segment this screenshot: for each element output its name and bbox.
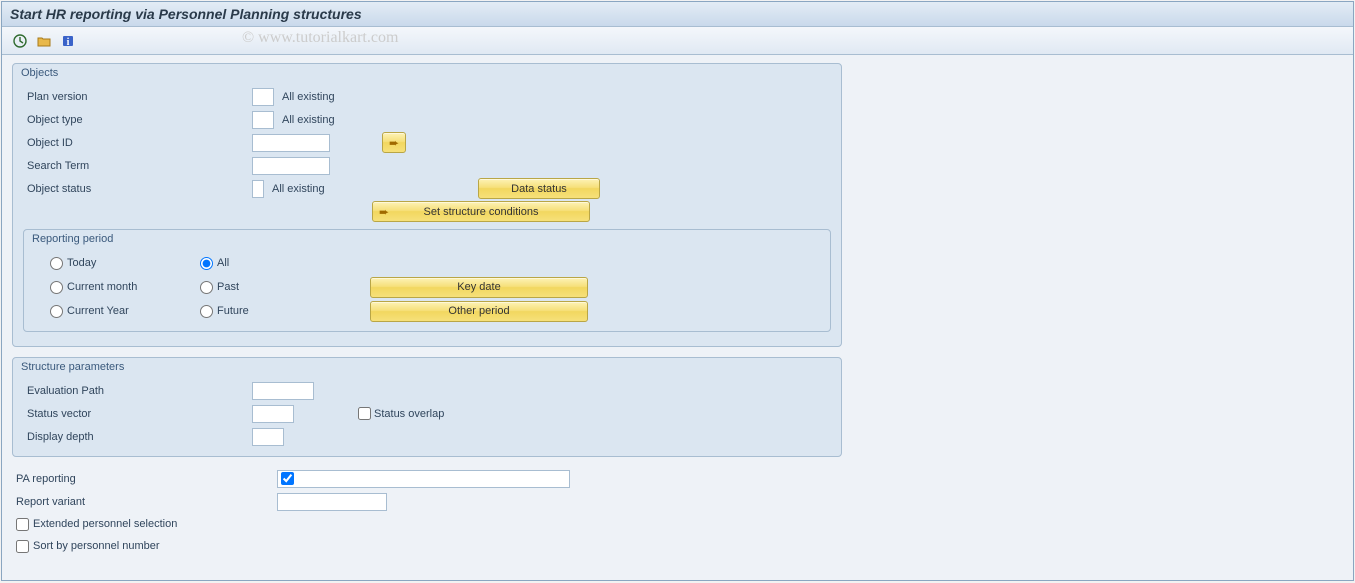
objects-group-title: Objects <box>13 64 841 85</box>
key-date-button[interactable]: Key date <box>370 277 588 298</box>
future-radio[interactable] <box>200 305 213 318</box>
page-title: Start HR reporting via Personnel Plannin… <box>10 6 362 22</box>
object-id-input[interactable] <box>252 134 330 152</box>
object-type-status: All existing <box>282 114 335 126</box>
set-structure-row: ➨ Set structure conditions <box>13 200 841 223</box>
structure-parameters-title: Structure parameters <box>13 358 841 379</box>
status-vector-row: Status vector Status overlap <box>13 402 841 425</box>
today-radio[interactable] <box>50 257 63 270</box>
plan-version-label: Plan version <box>27 91 252 103</box>
all-radio[interactable] <box>200 257 213 270</box>
current-year-radio-label: Current Year <box>67 305 129 317</box>
all-radio-label: All <box>217 257 229 269</box>
sort-by-personnel-number-label: Sort by personnel number <box>33 540 160 552</box>
plan-version-status: All existing <box>282 91 335 103</box>
evaluation-path-input[interactable] <box>252 382 314 400</box>
object-type-input[interactable] <box>252 111 274 129</box>
get-variant-button[interactable] <box>34 31 54 51</box>
current-month-radio-label: Current month <box>67 281 137 293</box>
watermark-text: © www.tutorialkart.com <box>242 29 398 47</box>
data-status-button[interactable]: Data status <box>478 178 600 199</box>
pa-reporting-label: PA reporting <box>16 473 277 485</box>
object-status-status: All existing <box>272 183 388 195</box>
object-status-label: Object status <box>27 183 252 195</box>
report-variant-label: Report variant <box>16 496 277 508</box>
data-status-label: Data status <box>511 183 567 195</box>
radio-row-3: Current Year Future Other period <box>24 299 830 323</box>
other-period-button[interactable]: Other period <box>370 301 588 322</box>
today-radio-label: Today <box>67 257 96 269</box>
set-structure-conditions-button[interactable]: ➨ Set structure conditions <box>372 201 590 222</box>
key-date-label: Key date <box>457 281 500 293</box>
pa-reporting-field[interactable] <box>277 470 570 488</box>
plan-version-row: Plan version All existing <box>13 85 841 108</box>
display-depth-row: Display depth <box>13 425 841 448</box>
status-overlap-checkbox[interactable] <box>358 407 371 420</box>
set-structure-conditions-label: Set structure conditions <box>373 206 589 218</box>
display-depth-input[interactable] <box>252 428 284 446</box>
content-area: Objects Plan version All existing Object… <box>2 55 1353 565</box>
status-vector-input[interactable] <box>252 405 294 423</box>
sort-by-personnel-row: Sort by personnel number <box>12 535 1343 557</box>
object-type-label: Object type <box>27 114 252 126</box>
plan-version-input[interactable] <box>252 88 274 106</box>
display-depth-label: Display depth <box>27 431 252 443</box>
object-status-row: Object status All existing Data status <box>13 177 841 200</box>
multiple-selection-button[interactable]: ➨ <box>382 132 406 153</box>
folder-icon <box>36 33 52 49</box>
info-icon: i <box>60 33 76 49</box>
object-type-row: Object type All existing <box>13 108 841 131</box>
objects-group: Objects Plan version All existing Object… <box>12 63 842 347</box>
object-status-input[interactable] <box>252 180 264 198</box>
status-vector-label: Status vector <box>27 408 252 420</box>
sap-window: Start HR reporting via Personnel Plannin… <box>1 1 1354 581</box>
arrow-right-icon: ➨ <box>389 137 399 149</box>
clock-execute-icon <box>12 33 28 49</box>
extended-personnel-selection-label: Extended personnel selection <box>33 518 177 530</box>
current-year-radio[interactable] <box>50 305 63 318</box>
radio-row-1: Today All <box>24 251 830 275</box>
evaluation-path-row: Evaluation Path <box>13 379 841 402</box>
report-variant-row: Report variant <box>12 490 1343 513</box>
evaluation-path-label: Evaluation Path <box>27 385 252 397</box>
report-variant-input[interactable] <box>277 493 387 511</box>
execute-button[interactable] <box>10 31 30 51</box>
status-overlap-label: Status overlap <box>374 408 444 420</box>
future-radio-label: Future <box>217 305 249 317</box>
search-term-label: Search Term <box>27 160 252 172</box>
pa-reporting-checkbox[interactable] <box>281 472 294 485</box>
extended-personnel-selection-checkbox[interactable] <box>16 518 29 531</box>
title-bar: Start HR reporting via Personnel Plannin… <box>2 2 1353 27</box>
past-radio[interactable] <box>200 281 213 294</box>
toolbar: i © www.tutorialkart.com <box>2 27 1353 55</box>
current-month-radio[interactable] <box>50 281 63 294</box>
reporting-period-group: Reporting period Today All Current month <box>23 229 831 332</box>
reporting-period-title: Reporting period <box>24 230 830 251</box>
object-id-row: Object ID ➨ <box>13 131 841 154</box>
svg-text:i: i <box>67 37 70 48</box>
object-id-label: Object ID <box>27 137 252 149</box>
sort-by-personnel-number-checkbox[interactable] <box>16 540 29 553</box>
structure-parameters-group: Structure parameters Evaluation Path Sta… <box>12 357 842 457</box>
info-button[interactable]: i <box>58 31 78 51</box>
search-term-input[interactable] <box>252 157 330 175</box>
past-radio-label: Past <box>217 281 239 293</box>
search-term-row: Search Term <box>13 154 841 177</box>
radio-row-2: Current month Past Key date <box>24 275 830 299</box>
other-period-label: Other period <box>448 305 509 317</box>
extended-personnel-row: Extended personnel selection <box>12 513 1343 535</box>
pa-reporting-row: PA reporting <box>12 467 1343 490</box>
